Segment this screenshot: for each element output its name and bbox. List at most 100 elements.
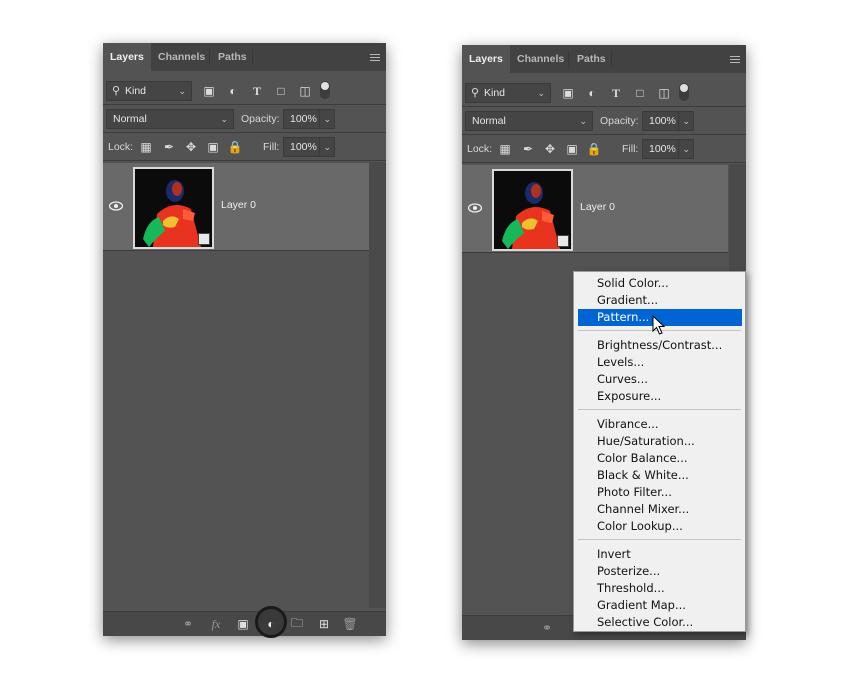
menu-item-solid-color[interactable]: Solid Color... <box>578 275 742 292</box>
menu-item-selective-color[interactable]: Selective Color... <box>578 614 742 631</box>
type-filter-icon[interactable]: T <box>609 86 623 100</box>
menu-item-gradient-map[interactable]: Gradient Map... <box>578 597 742 614</box>
lock-position-icon[interactable]: ✥ <box>543 142 557 156</box>
filter-row: ⚲ Kind ⌄ ▣ ◐ T □ ◫ <box>103 77 386 105</box>
shape-filter-icon[interactable]: □ <box>274 84 288 98</box>
link-icon[interactable]: ⚭ <box>181 617 195 631</box>
menu-item-gradient[interactable]: Gradient... <box>578 292 742 309</box>
menu-item-levels[interactable]: Levels... <box>578 354 742 371</box>
menu-item-color-balance[interactable]: Color Balance... <box>578 450 742 467</box>
menu-item-color-lookup[interactable]: Color Lookup... <box>578 518 742 535</box>
lock-pixels-icon[interactable]: ▦ <box>498 142 512 156</box>
chevron-down-icon[interactable]: ⌄ <box>678 140 690 158</box>
blend-mode-dropdown[interactable]: Normal ⌄ <box>465 111 593 131</box>
layer-thumbnail[interactable] <box>133 167 214 249</box>
tab-paths[interactable]: Paths <box>211 43 254 71</box>
tab-layers[interactable]: Layers <box>103 43 151 71</box>
type-filter-icon[interactable]: T <box>250 84 264 98</box>
menu-item-photo-filter[interactable]: Photo Filter... <box>578 484 742 501</box>
menu-item-vibrance[interactable]: Vibrance... <box>578 416 742 433</box>
menu-item-channel-mixer[interactable]: Channel Mixer... <box>578 501 742 518</box>
opacity-value: 100% <box>290 113 317 125</box>
tab-layers[interactable]: Layers <box>462 45 510 73</box>
chevron-down-icon[interactable]: ⌄ <box>678 112 690 130</box>
lock-pixels-icon[interactable]: ▦ <box>139 140 153 154</box>
adjustment-layer-icon[interactable]: ◐ <box>264 617 278 631</box>
mask-icon[interactable]: ▣ <box>236 617 250 631</box>
eye-icon[interactable] <box>468 203 482 213</box>
pointer-cursor-icon <box>652 315 666 335</box>
smart-object-filter-icon[interactable]: ◫ <box>657 86 671 100</box>
layer-row[interactable]: Layer 0 <box>462 165 728 253</box>
fill-value: 100% <box>649 143 676 155</box>
opacity-value: 100% <box>649 115 676 127</box>
filter-toggle-icon[interactable] <box>679 83 689 101</box>
adjustment-filter-icon[interactable]: ◐ <box>585 86 599 100</box>
panel-footer: ⚭ fx ▣ ◐ 🗀 ⊞ 🗑 <box>103 606 386 638</box>
adjustment-filter-icon[interactable]: ◐ <box>226 84 240 98</box>
blend-row: Normal ⌄ Opacity: 100% ⌄ <box>462 107 746 135</box>
image-filter-icon[interactable]: ▣ <box>561 86 575 100</box>
chevron-down-icon: ⌄ <box>220 114 228 124</box>
chevron-down-icon[interactable]: ⌄ <box>319 138 331 156</box>
lock-artboard-icon[interactable]: ▣ <box>206 140 220 154</box>
layer-row[interactable]: Layer 0 <box>103 163 369 251</box>
menu-item-brightness-contrast[interactable]: Brightness/Contrast... <box>578 337 742 354</box>
trash-icon[interactable]: 🗑 <box>342 617 357 631</box>
tab-channels[interactable]: Channels <box>510 45 571 73</box>
lock-position-icon[interactable]: ✥ <box>184 140 198 154</box>
lock-all-icon[interactable]: 🔒 <box>228 140 243 154</box>
blend-mode-dropdown[interactable]: Normal ⌄ <box>106 109 234 129</box>
shape-filter-icon[interactable]: □ <box>633 86 647 100</box>
layer-thumbnail[interactable] <box>492 169 573 251</box>
smart-object-badge-icon <box>557 235 569 247</box>
fill-field[interactable]: 100% ⌄ <box>283 137 335 157</box>
lock-artboard-icon[interactable]: ▣ <box>565 142 579 156</box>
chevron-down-icon: ⌄ <box>178 86 186 96</box>
chevron-down-icon[interactable]: ⌄ <box>319 110 331 128</box>
menu-item-threshold[interactable]: Threshold... <box>578 580 742 597</box>
lock-row: Lock: ▦ ✒ ✥ ▣ 🔒 Fill: 100% ⌄ <box>462 135 746 163</box>
smart-object-badge-icon <box>198 233 210 245</box>
filter-toggle-icon[interactable] <box>320 81 330 99</box>
panel-tab-bar: Layers Channels Paths <box>103 43 386 71</box>
lock-brush-icon[interactable]: ✒ <box>162 140 176 154</box>
image-filter-icon[interactable]: ▣ <box>202 84 216 98</box>
smart-object-filter-icon[interactable]: ◫ <box>298 84 312 98</box>
tab-channels[interactable]: Channels <box>151 43 212 71</box>
link-icon[interactable]: ⚭ <box>540 621 554 635</box>
lock-all-icon[interactable]: 🔒 <box>587 142 602 156</box>
new-layer-icon[interactable]: ⊞ <box>317 617 331 631</box>
menu-item-black-white[interactable]: Black & White... <box>578 467 742 484</box>
folder-icon[interactable]: 🗀 <box>290 616 304 631</box>
panel-menu-icon[interactable] <box>370 54 380 61</box>
menu-item-curves[interactable]: Curves... <box>578 371 742 388</box>
tab-paths[interactable]: Paths <box>570 45 613 73</box>
layer-name[interactable]: Layer 0 <box>221 199 256 211</box>
menu-item-exposure[interactable]: Exposure... <box>578 388 742 405</box>
fill-field[interactable]: 100% ⌄ <box>642 139 694 159</box>
eye-icon[interactable] <box>109 201 123 211</box>
menu-item-posterize[interactable]: Posterize... <box>578 563 742 580</box>
blend-mode-value: Normal <box>113 113 147 125</box>
lock-label: Lock: <box>108 141 134 153</box>
fx-icon[interactable]: fx <box>209 617 223 631</box>
menu-item-hue-saturation[interactable]: Hue/Saturation... <box>578 433 742 450</box>
layer-name[interactable]: Layer 0 <box>580 201 615 213</box>
filter-kind-label: Kind <box>484 87 506 99</box>
menu-separator <box>578 409 741 410</box>
scrollbar[interactable] <box>369 162 386 608</box>
filter-kind-dropdown[interactable]: ⚲ Kind ⌄ <box>106 81 192 101</box>
panel-menu-icon[interactable] <box>730 56 740 63</box>
lock-label: Lock: <box>467 143 493 155</box>
filter-kind-dropdown[interactable]: ⚲ Kind ⌄ <box>465 83 551 103</box>
search-icon: ⚲ <box>111 85 121 97</box>
chevron-down-icon: ⌄ <box>537 88 545 98</box>
layers-panel-left: Layers Channels Paths ⚲ Kind ⌄ ▣ ◐ T □ ◫… <box>103 43 386 638</box>
lock-brush-icon[interactable]: ✒ <box>521 142 535 156</box>
filter-kind-label: Kind <box>125 85 147 97</box>
opacity-field[interactable]: 100% ⌄ <box>283 109 335 129</box>
opacity-field[interactable]: 100% ⌄ <box>642 111 694 131</box>
menu-item-invert[interactable]: Invert <box>578 546 742 563</box>
opacity-label: Opacity: <box>241 113 280 125</box>
